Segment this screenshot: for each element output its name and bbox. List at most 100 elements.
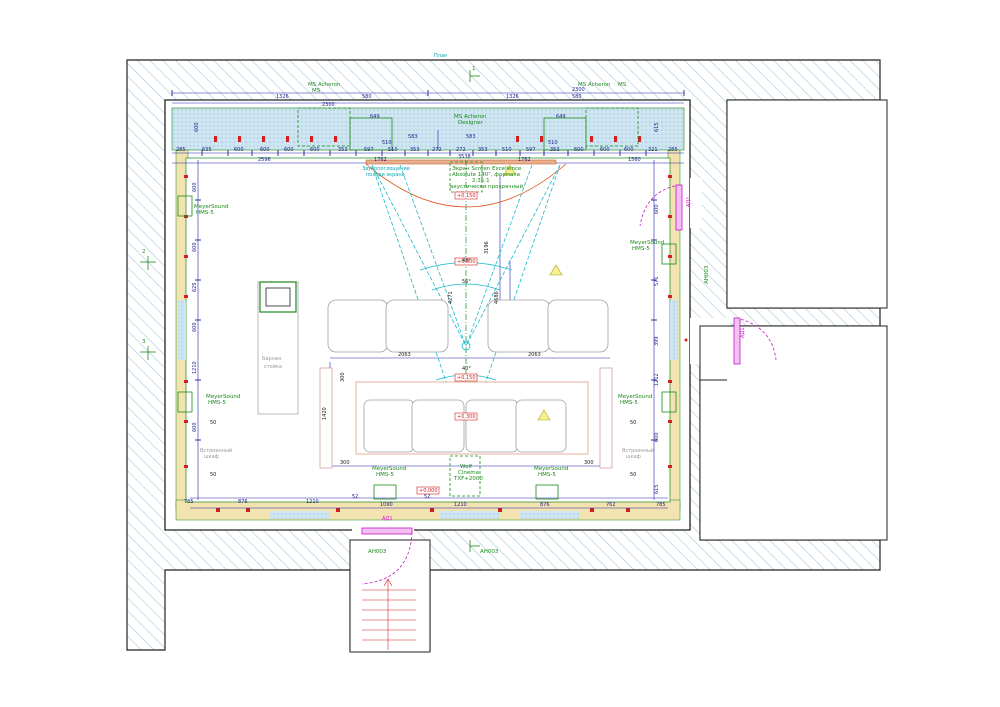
door-code-3: АН003 — [480, 549, 499, 555]
dim-row-a-7: 353 — [338, 147, 348, 153]
dim-top-1: 1326 — [276, 94, 289, 100]
dim-row-a-11: 272 — [432, 147, 442, 153]
dim-seat-4: 300 — [340, 372, 346, 382]
dim-row-b-2: 1762 — [374, 157, 387, 163]
door-tag-2: АД1 — [740, 327, 746, 338]
dim-top-small-2: 580 — [572, 94, 582, 100]
dim-row-a-4: 600 — [260, 147, 270, 153]
dim-misc-3: 50 — [210, 472, 216, 478]
dim-seat-6: 300 — [584, 460, 594, 466]
speaker-bottom-left-2: HMS-5 — [376, 472, 394, 478]
dim-right-5: 1212 — [654, 373, 660, 386]
dim-right-3: 571 — [654, 276, 660, 286]
niche-left-1: Встроенный — [200, 447, 232, 454]
elevation-1: +0,150 — [457, 193, 476, 199]
angle-2: 56° — [462, 279, 471, 285]
dim-top-small-4: 2300 — [572, 87, 585, 93]
dim-row-a-5: 600 — [284, 147, 294, 153]
speaker-right-lower-2: HMS-5 — [620, 400, 638, 406]
dim-left-4: 625 — [192, 282, 198, 292]
door-tag-3: АД1 — [382, 516, 393, 522]
dim-seat-5: 300 — [340, 460, 350, 466]
niche-right-1: Встроенный — [622, 447, 654, 454]
dim-row-a-8: 597 — [364, 147, 374, 153]
dim-row-a-15: 597 — [526, 147, 536, 153]
bar-counter: Барная стойка — [257, 281, 299, 415]
dim-row-a-18: 600 — [600, 147, 610, 153]
dim-row-a-12: 272 — [456, 147, 466, 153]
dim-bottom-2: 876 — [238, 499, 248, 505]
niche-right-2: шкаф — [626, 454, 641, 460]
dim-bottom-5: 52 — [352, 494, 358, 500]
dim-row-b-4: 1560 — [628, 157, 641, 163]
screen-note-4: акустически прозрачный — [450, 183, 523, 190]
subwoofer-label-3: TXF+2000 — [453, 476, 483, 482]
dim-left-5: 600 — [192, 322, 198, 332]
dim-right-6: 600 — [654, 432, 660, 442]
dim-row-a-21: 285 — [668, 147, 678, 153]
dim-bottom-6: 52 — [424, 494, 430, 500]
dim-row-b-3: 1762 — [518, 157, 531, 163]
dim-row-a-13: 353 — [478, 147, 488, 153]
dim-seat-1: 2063 — [398, 352, 411, 358]
dim-vertical-3: 4686 — [494, 291, 500, 304]
dim-row-a-10: 353 — [410, 147, 420, 153]
dim-right-4: 399 — [654, 336, 660, 346]
dim-bottom-10: 785 — [656, 502, 666, 508]
speaker-top-left-2: MS — [312, 88, 321, 94]
niche-left-2: шкаф — [204, 454, 219, 460]
dim-center-a-1: 583 — [408, 134, 418, 140]
dim-misc-4: 50 — [630, 472, 636, 478]
dim-misc-1: 50 — [210, 420, 216, 426]
dim-misc-2: 50 — [630, 420, 636, 426]
dim-misc-7: 510 — [382, 140, 392, 146]
bar-label-2: стойка — [264, 363, 282, 370]
door-code-2: АН003 — [368, 549, 387, 555]
dim-misc-5: 649 — [370, 114, 380, 120]
dim-row-a-16: 353 — [550, 147, 560, 153]
dim-bottom-1: 785 — [184, 499, 194, 505]
section-mark-1: 1 — [472, 66, 476, 72]
elevation-3: +0,150 — [457, 375, 476, 381]
fabric-note-2: позади экрана — [366, 172, 405, 178]
speaker-left-lower-2: HMS-5 — [208, 400, 226, 406]
floor-plan-drawing: План Барная стойка 1 2 3 +0,150 +0,000 +… — [126, 53, 888, 653]
dim-seat-3: 1420 — [322, 407, 328, 420]
dim-right-2: 600 — [654, 204, 660, 214]
dim-row-a-9: 510 — [388, 147, 398, 153]
dim-top-small-3: 2300 — [322, 102, 335, 108]
plan-title: План — [434, 53, 447, 59]
dim-row-a-6: 600 — [310, 147, 320, 153]
dim-bottom-4: 1090 — [380, 502, 393, 508]
dim-left-6: 1210 — [192, 361, 198, 374]
dim-row-a-20: 321 — [648, 147, 658, 153]
dim-left-2: 600 — [192, 182, 198, 192]
dim-row-a-3: 600 — [234, 147, 244, 153]
door-tag-1: АД1 — [686, 196, 692, 207]
dim-row-a-2: 635 — [202, 147, 212, 153]
section-mark-3: 3 — [142, 339, 146, 345]
dim-center-a-2: 583 — [466, 134, 476, 140]
dim-top-small-1: 580 — [362, 94, 372, 100]
dim-vertical-2: 4271 — [448, 291, 454, 304]
dim-right-7: 615 — [654, 484, 660, 494]
dim-bottom-3: 1210 — [306, 499, 319, 505]
speaker-right-upper-2: HMS-5 — [632, 246, 650, 252]
dim-left-3: 600 — [192, 242, 198, 252]
dim-misc-8: 510 — [548, 140, 558, 146]
speaker-top-right-2: MS — [618, 82, 627, 88]
dim-top-2: 1326 — [506, 94, 519, 100]
bar-label-1: Барная — [262, 356, 281, 362]
dim-bottom-9: 762 — [606, 502, 616, 508]
dim-row-a-17: 600 — [574, 147, 584, 153]
dim-left-1: 600 — [194, 122, 200, 132]
dim-center-b: 3538 — [458, 154, 471, 160]
speaker-left-upper-2: HMS-5 — [196, 210, 214, 216]
angle-1: 48° — [462, 258, 471, 264]
dim-left-7: 600 — [192, 422, 198, 432]
door-code-1: АН003 — [704, 265, 710, 284]
dim-row-b-1: 2596 — [258, 157, 271, 163]
dim-seat-2: 2063 — [528, 352, 541, 358]
speaker-center-2: Designer — [458, 120, 483, 126]
dim-bottom-7: 1210 — [454, 502, 467, 508]
